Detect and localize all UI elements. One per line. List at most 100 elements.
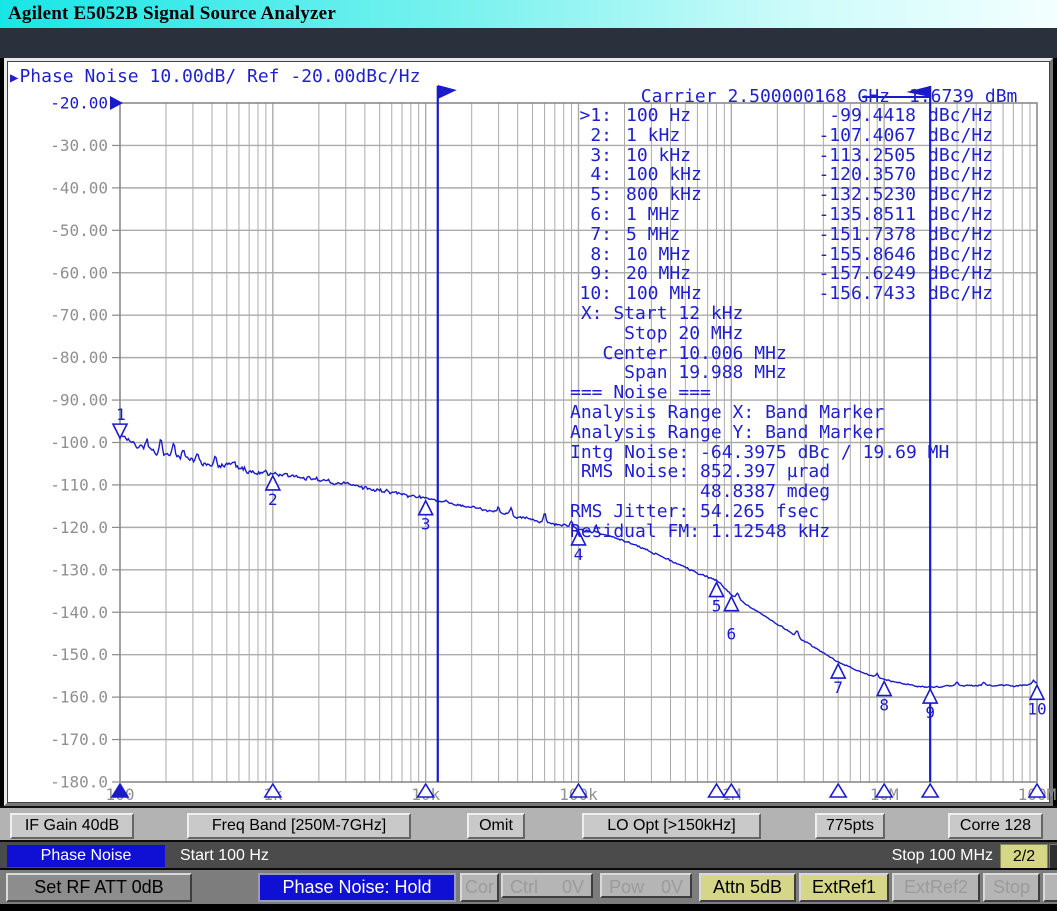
analysis-readout: X: Start 12 kHz Stop 20 MHz Center 10.00… <box>570 304 949 542</box>
svg-text:-150.0: -150.0 <box>50 645 108 664</box>
marker-idx: 6: <box>568 205 612 225</box>
marker-val: -107.4067 <box>758 126 916 146</box>
marker-table: >1:100 Hz-99.4418dBc/Hz2:1 kHz-107.4067d… <box>568 106 993 304</box>
marker-freq: 1 MHz <box>626 205 758 225</box>
svg-text:-180.0: -180.0 <box>50 773 108 792</box>
svg-text:4: 4 <box>574 545 584 564</box>
svg-text:-90.00: -90.00 <box>50 391 108 410</box>
marker-unit: dBc/Hz <box>928 106 993 126</box>
marker-unit: dBc/Hz <box>928 146 993 166</box>
marker-freq: 800 kHz <box>626 185 758 205</box>
svg-text:-80.00: -80.00 <box>50 348 108 367</box>
svg-text:-110.0: -110.0 <box>50 475 108 494</box>
axis-marker-triangle-icon <box>830 784 846 797</box>
marker-unit: dBc/Hz <box>928 284 993 304</box>
svg-text:1: 1 <box>116 405 126 424</box>
svg-text:10: 10 <box>1027 699 1046 718</box>
trace-header: ▶Phase Noise 10.00dB/ Ref -20.00dBc/Hz <box>10 66 420 87</box>
marker-freq: 1 kHz <box>626 126 758 146</box>
ref-level-arrow-icon <box>110 96 123 110</box>
svg-text:9: 9 <box>925 703 935 722</box>
svg-text:-120.0: -120.0 <box>50 518 108 537</box>
marker-table-row: 9:20 MHz-157.6249dBc/Hz <box>568 264 993 284</box>
trace-marker-3[interactable]: 3 <box>419 501 433 534</box>
analysis-line: RMS Jitter: 54.265 fsec <box>570 502 949 522</box>
marker-unit: dBc/Hz <box>928 225 993 245</box>
marker-freq: 5 MHz <box>626 225 758 245</box>
svg-text:-20.00: -20.00 <box>50 94 108 113</box>
trace-marker-9[interactable]: 9 <box>923 689 937 722</box>
y-tick-labels: -20.00 -30.00 -40.00 -50.00 -60.00 -70.00 -80.… <box>50 94 123 792</box>
marker-unit: dBc/Hz <box>928 165 993 185</box>
marker-unit: dBc/Hz <box>928 205 993 225</box>
svg-text:6: 6 <box>727 625 737 644</box>
marker-table-row: >1:100 Hz-99.4418dBc/Hz <box>568 106 993 126</box>
marker-table-row: 4:100 kHz-120.3570dBc/Hz <box>568 165 993 185</box>
analysis-line: X: Start 12 kHz <box>570 304 949 324</box>
marker-table-row: 6: 1 MHz-135.8511 dBc/Hz <box>568 205 993 225</box>
marker-idx: 8: <box>568 245 612 265</box>
svg-text:2: 2 <box>268 490 278 509</box>
marker-freq: 100 Hz <box>626 106 758 126</box>
axis-marker-7 <box>830 784 846 797</box>
trace-marker-2[interactable]: 2 <box>266 476 280 509</box>
marker-val: -113.2505 <box>758 146 916 166</box>
analysis-line: Residual FM: 1.12548 kHz <box>570 522 949 542</box>
marker-idx: 2: <box>568 126 612 146</box>
analysis-line: Intg Noise: -64.3975 dBc / 19.69 MH <box>570 443 949 463</box>
marker-table-row: 3: 10 kHz-113.2505 dBc/Hz <box>568 146 993 166</box>
trace-marker-8[interactable]: 8 <box>877 682 891 715</box>
svg-text:7: 7 <box>833 678 843 697</box>
analysis-line: 48.8387 mdeg <box>570 482 949 502</box>
svg-text:-50.00: -50.00 <box>50 221 108 240</box>
marker-idx: 3: <box>568 146 612 166</box>
trace-select-arrow-icon: ▶ <box>10 70 18 86</box>
marker-table-row: 5: 800 kHz-132.5230 dBc/Hz <box>568 185 993 205</box>
marker-val: -120.3570 <box>758 165 916 185</box>
analysis-line: Stop 20 MHz <box>570 324 949 344</box>
marker-val: -132.5230 <box>758 185 916 205</box>
analysis-line: === Noise === <box>570 383 949 403</box>
svg-text:-30.00: -30.00 <box>50 136 108 155</box>
svg-text:5: 5 <box>712 597 722 616</box>
analysis-line: Analysis Range X: Band Marker <box>570 403 949 423</box>
marker-triangle-icon <box>266 476 280 490</box>
marker-triangle-icon <box>1030 685 1044 699</box>
band-start-line[interactable] <box>438 85 457 782</box>
marker-triangle-icon <box>923 689 937 703</box>
marker-triangle-icon <box>419 501 433 515</box>
analysis-line: RMS Noise: 852.397 µrad <box>570 462 949 482</box>
marker-idx: 9: <box>568 264 612 284</box>
marker-idx: >1: <box>568 106 612 126</box>
marker-freq: 20 MHz <box>626 264 758 284</box>
marker-idx: 7: <box>568 225 612 245</box>
carrier-power-readout: 1.6739 dBm <box>909 86 1017 107</box>
marker-table-row: 7: 5 MHz-151.7378 dBc/Hz <box>568 225 993 245</box>
analysis-line: Analysis Range Y: Band Marker <box>570 423 949 443</box>
marker-unit: dBc/Hz <box>928 245 993 265</box>
svg-text:-60.00: -60.00 <box>50 263 108 282</box>
svg-text:-140.0: -140.0 <box>50 603 108 622</box>
marker-table-row: 2: 1 kHz-107.4067 dBc/Hz <box>568 126 993 146</box>
trace-header-label: Phase Noise 10.00dB/ Ref -20.00dBc/Hz <box>19 66 420 87</box>
marker-val: -151.7378 <box>758 225 916 245</box>
svg-text:-170.0: -170.0 <box>50 730 108 749</box>
marker-unit: dBc/Hz <box>928 126 993 146</box>
marker-freq: 100 kHz <box>626 165 758 185</box>
svg-text:-130.0: -130.0 <box>50 560 108 579</box>
marker-freq: 10 MHz <box>626 245 758 265</box>
marker-idx: 10: <box>568 284 612 304</box>
svg-text:-70.00: -70.00 <box>50 306 108 325</box>
marker-table-row: 8:10 MHz-155.8646dBc/Hz <box>568 245 993 265</box>
marker-freq: 10 kHz <box>626 146 758 166</box>
trace-marker-1[interactable]: 1 <box>113 405 127 438</box>
trace-marker-7[interactable]: 7 <box>831 664 845 697</box>
trace-marker-5[interactable]: 5 <box>710 583 724 616</box>
svg-text:-40.00: -40.00 <box>50 178 108 197</box>
marker-unit: dBc/Hz <box>928 185 993 205</box>
marker-table-row: 10:100 MHz-156.7433dBc/Hz <box>568 284 993 304</box>
marker-val: -135.8511 <box>758 205 916 225</box>
axis-marker-triangle-icon <box>922 784 938 797</box>
marker-idx: 5: <box>568 185 612 205</box>
marker-triangle-icon <box>831 664 845 678</box>
